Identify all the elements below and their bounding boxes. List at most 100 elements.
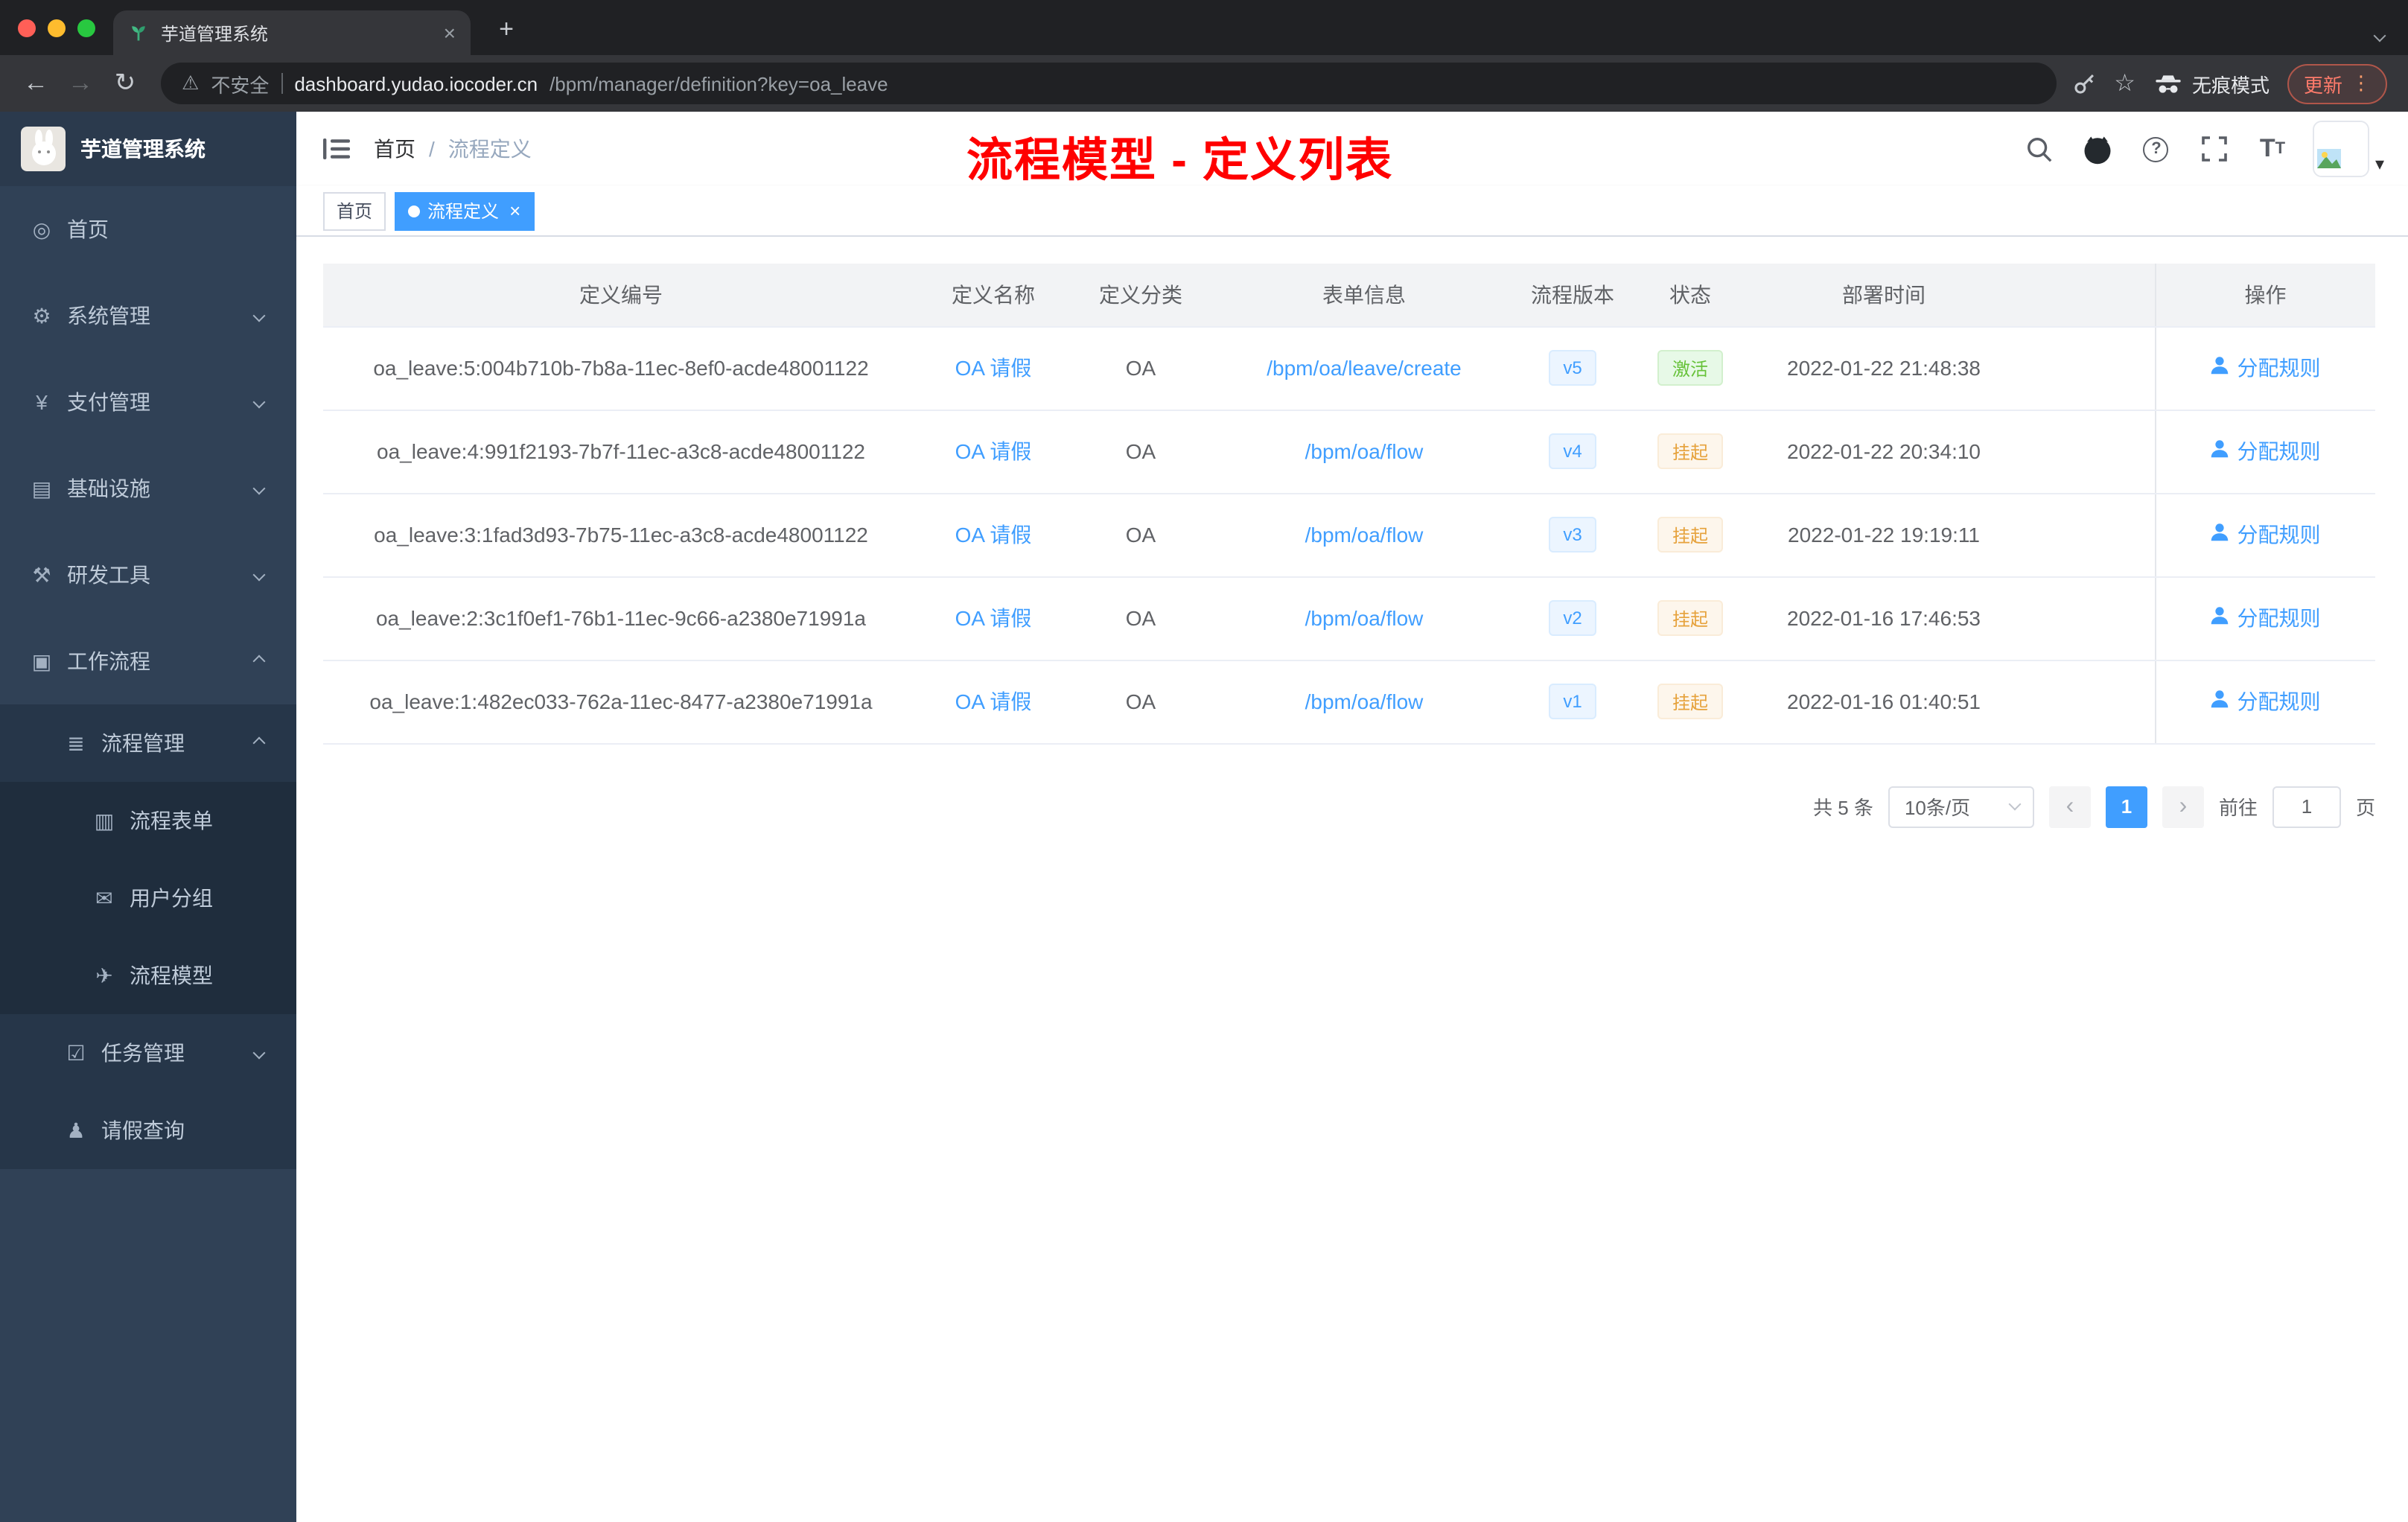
status-tag: 激活 bbox=[1657, 350, 1723, 386]
sidebar-item-payment-manage[interactable]: ¥ 支付管理 bbox=[0, 359, 296, 445]
tab-title: 芋道管理系统 bbox=[161, 23, 269, 44]
chevron-down-icon bbox=[252, 482, 266, 495]
new-tab-button[interactable]: + bbox=[488, 12, 524, 48]
status-tag: 挂起 bbox=[1657, 517, 1723, 553]
breadcrumb: 首页 / 流程定义 bbox=[374, 134, 532, 164]
table-row: oa_leave:1:482ec033-762a-11ec-8477-a2380… bbox=[323, 660, 2375, 744]
back-button[interactable]: ← bbox=[15, 63, 57, 104]
forward-button[interactable]: → bbox=[60, 63, 101, 104]
sidebar-logo[interactable]: 芋道管理系统 bbox=[0, 112, 296, 186]
bookmark-star-icon[interactable]: ☆ bbox=[2114, 69, 2135, 98]
incognito-label: 无痕模式 bbox=[2191, 74, 2270, 96]
user-avatar[interactable]: ▾ bbox=[2312, 121, 2384, 177]
task-icon: ☑ bbox=[66, 1040, 86, 1064]
tag-home[interactable]: 首页 bbox=[323, 191, 386, 230]
caret-down-icon: ▾ bbox=[2374, 153, 2384, 174]
password-key-icon[interactable] bbox=[2071, 71, 2096, 96]
chevron-up-icon bbox=[252, 655, 266, 668]
sidebar-item-label: 支付管理 bbox=[67, 390, 150, 414]
version-tag: v3 bbox=[1548, 517, 1597, 553]
form-link[interactable]: /bpm/oa/flow bbox=[1305, 606, 1424, 630]
close-window-button[interactable] bbox=[18, 19, 36, 37]
assign-rule-button[interactable]: 分配规则 bbox=[2211, 353, 2321, 383]
goto-page-input[interactable] bbox=[2272, 786, 2341, 827]
definition-name-link[interactable]: OA 请假 bbox=[955, 439, 1032, 463]
prev-page-button[interactable]: ‹ bbox=[2048, 786, 2091, 827]
sidebar-item-system-manage[interactable]: ⚙ 系统管理 bbox=[0, 273, 296, 359]
assign-rule-button[interactable]: 分配规则 bbox=[2211, 603, 2321, 633]
sidebar-item-workflow[interactable]: ▣ 工作流程 bbox=[0, 618, 296, 704]
main-area: 首页 / 流程定义 流程模型 - 定义列表 ? TT ▾ 首页 流程定义 × 定… bbox=[296, 112, 2408, 1522]
column-header-action: 操作 bbox=[2154, 264, 2375, 327]
sidebar-item-task-manage[interactable]: ☑ 任务管理 bbox=[0, 1014, 296, 1092]
browser-update-button[interactable]: 更新 ⋮ bbox=[2287, 63, 2387, 104]
next-page-button[interactable]: › bbox=[2162, 786, 2204, 827]
security-label[interactable]: 不安全 bbox=[211, 69, 269, 98]
definition-name-link[interactable]: OA 请假 bbox=[955, 606, 1032, 630]
breadcrumb-item-home[interactable]: 首页 bbox=[374, 134, 415, 164]
tab-close-icon[interactable]: × bbox=[444, 22, 456, 43]
sidebar-item-label: 任务管理 bbox=[101, 1041, 185, 1065]
font-size-icon[interactable]: TT bbox=[2255, 131, 2290, 167]
cell-action: 分配规则 bbox=[2154, 660, 2375, 744]
page-size-value: 10条/页 bbox=[1904, 797, 1971, 819]
chevron-down-icon bbox=[252, 568, 266, 582]
minimize-window-button[interactable] bbox=[48, 19, 66, 37]
form-link[interactable]: /bpm/oa/flow bbox=[1305, 523, 1424, 547]
tag-close-icon[interactable]: × bbox=[509, 201, 520, 220]
browser-tab[interactable]: 芋道管理系统 × bbox=[113, 10, 471, 55]
assign-rule-button[interactable]: 分配规则 bbox=[2211, 436, 2321, 466]
address-bar[interactable]: ⚠ 不安全 dashboard.yudao.iocoder.cn/bpm/man… bbox=[161, 63, 2057, 104]
chevron-down-icon bbox=[252, 309, 266, 322]
definition-name-link[interactable]: OA 请假 bbox=[955, 356, 1032, 380]
sidebar-item-infrastructure[interactable]: ▤ 基础设施 bbox=[0, 445, 296, 532]
sidebar-menu: ◎ 首页 ⚙ 系统管理 ¥ 支付管理 ▤ 基础设施 ⚒ 研发工具 ▣ 工作流程 ≣ 流程管理 ▥ 流程表单 ✉ 用… bbox=[0, 186, 296, 1522]
sidebar-item-label: 用户分组 bbox=[130, 886, 213, 910]
tag-process-definition[interactable]: 流程定义 × bbox=[395, 191, 535, 230]
reload-button[interactable]: ↻ bbox=[104, 63, 146, 104]
url-host: dashboard.yudao.iocoder.cn bbox=[294, 72, 538, 95]
current-page-button[interactable]: 1 bbox=[2105, 786, 2147, 827]
help-icon[interactable]: ? bbox=[2138, 131, 2174, 167]
toolbar-actions: ☆ 无痕模式 更新 ⋮ bbox=[2071, 63, 2393, 104]
browser-menu-icon[interactable]: ⋮ bbox=[2351, 71, 2371, 95]
github-icon[interactable] bbox=[2080, 131, 2116, 167]
form-link[interactable]: /bpm/oa/leave/create bbox=[1267, 356, 1462, 380]
definition-name-link[interactable]: OA 请假 bbox=[955, 690, 1032, 713]
sidebar-item-label: 工作流程 bbox=[67, 649, 150, 673]
url-path: /bpm/manager/definition?key=oa_leave bbox=[550, 72, 888, 95]
tag-label: 首页 bbox=[337, 201, 373, 222]
sidebar-toggle-icon[interactable] bbox=[320, 133, 353, 165]
cell-name: OA 请假 bbox=[919, 326, 1068, 410]
definition-name-link[interactable]: OA 请假 bbox=[955, 523, 1032, 547]
assign-rule-button[interactable]: 分配规则 bbox=[2211, 520, 2321, 550]
status-tag: 挂起 bbox=[1657, 684, 1723, 719]
screen: 芋道管理系统 × + ← → ↻ ⚠ 不安全 dashboard.yudao.i… bbox=[0, 0, 2408, 1522]
sidebar-item-process-form[interactable]: ▥ 流程表单 bbox=[0, 782, 296, 859]
cell-category: OA bbox=[1068, 410, 1214, 494]
page-unit-label: 页 bbox=[2355, 797, 2375, 819]
sidebar-item-label: 研发工具 bbox=[67, 563, 150, 587]
sidebar-item-leave-query[interactable]: ♟ 请假查询 bbox=[0, 1092, 296, 1169]
column-header-spacer bbox=[2018, 264, 2155, 327]
cell-version: v3 bbox=[1514, 493, 1631, 577]
sidebar-item-process-manage[interactable]: ≣ 流程管理 bbox=[0, 704, 296, 782]
page-size-select[interactable]: 10条/页 bbox=[1888, 786, 2034, 827]
process-icon: ≣ bbox=[67, 730, 85, 754]
search-icon[interactable] bbox=[2022, 131, 2058, 167]
form-link[interactable]: /bpm/oa/flow bbox=[1305, 690, 1424, 713]
zoom-window-button[interactable] bbox=[77, 19, 95, 37]
cell-action: 分配规则 bbox=[2154, 326, 2375, 410]
assign-rule-button[interactable]: 分配规则 bbox=[2211, 687, 2321, 716]
tab-search-chevron-icon[interactable] bbox=[2373, 21, 2386, 48]
cell-name: OA 请假 bbox=[919, 410, 1068, 494]
form-link[interactable]: /bpm/oa/flow bbox=[1305, 439, 1424, 463]
sidebar-item-process-model[interactable]: ✈ 流程模型 bbox=[0, 937, 296, 1014]
assign-rule-label: 分配规则 bbox=[2237, 523, 2321, 547]
sidebar-item-user-group[interactable]: ✉ 用户分组 bbox=[0, 859, 296, 937]
sidebar-item-home[interactable]: ◎ 首页 bbox=[0, 186, 296, 273]
fullscreen-icon[interactable] bbox=[2197, 131, 2232, 167]
sidebar-item-dev-tools[interactable]: ⚒ 研发工具 bbox=[0, 532, 296, 618]
cell-form: /bpm/oa/flow bbox=[1214, 660, 1514, 744]
navbar: 首页 / 流程定义 流程模型 - 定义列表 ? TT ▾ bbox=[296, 112, 2408, 186]
